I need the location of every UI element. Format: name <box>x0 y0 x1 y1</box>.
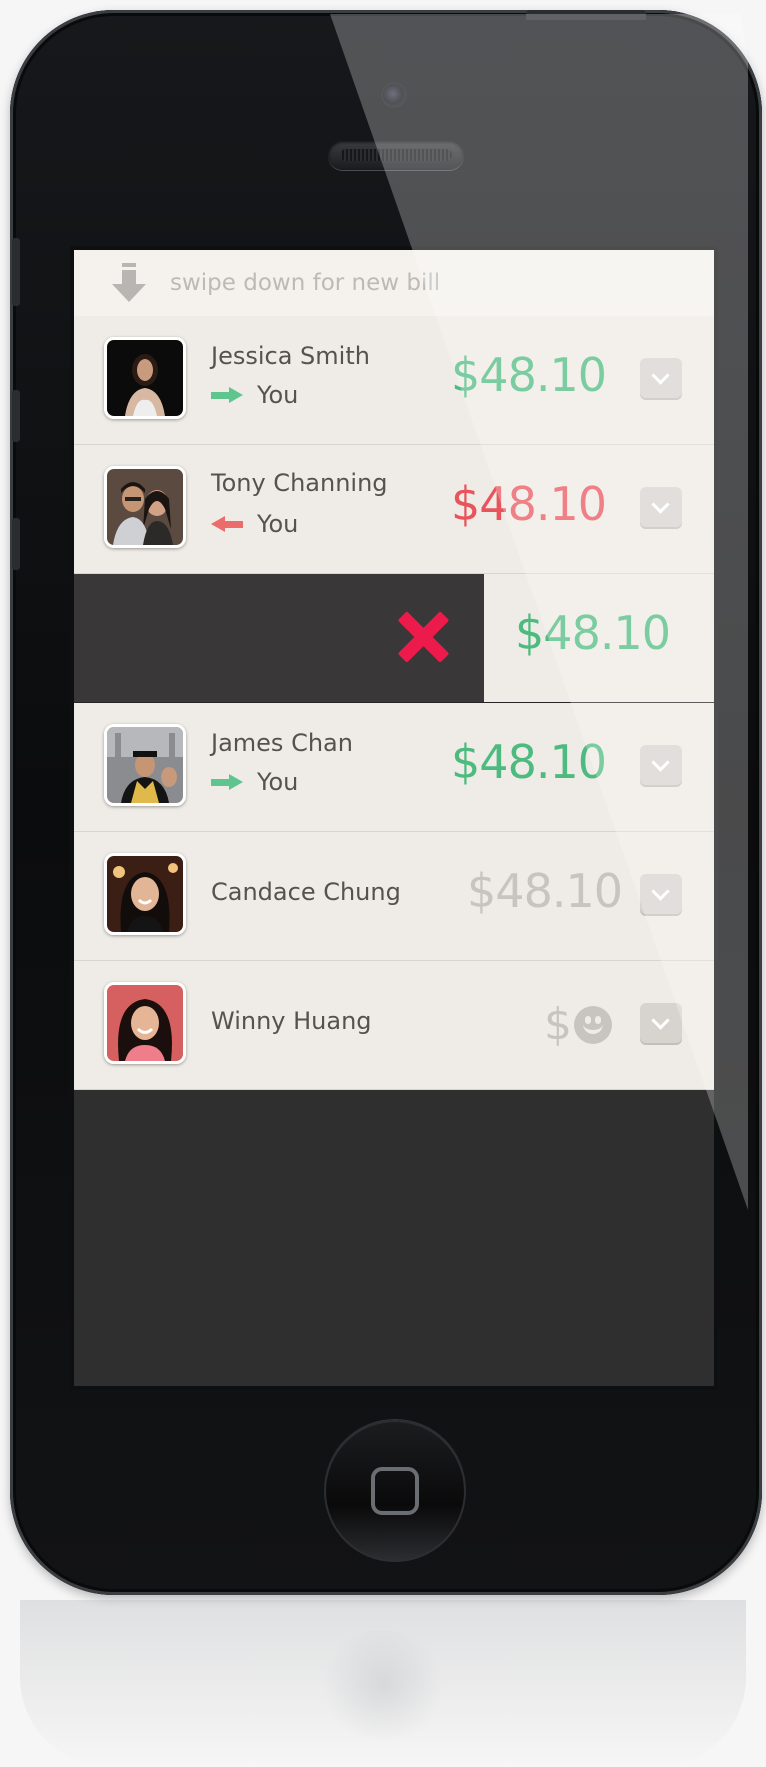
direction-label: You <box>257 768 299 796</box>
chevron-down-icon <box>651 882 670 901</box>
arrow-left-icon <box>211 516 243 532</box>
front-camera <box>383 84 405 106</box>
mute-switch <box>12 238 20 306</box>
volume-up-button <box>12 390 20 442</box>
contact-name: Candace Chung <box>211 878 401 906</box>
row-dropdown-button[interactable] <box>640 745 682 787</box>
delete-x-icon[interactable] <box>393 607 453 667</box>
phone-frame: swipe down for new bill Jessica Smith Yo… <box>10 10 762 1595</box>
app-screen: swipe down for new bill Jessica Smith Yo… <box>74 250 714 1386</box>
avatar <box>104 466 186 548</box>
row-dropdown-button[interactable] <box>640 1003 682 1045</box>
home-square-icon <box>371 1467 419 1515</box>
power-button <box>526 10 646 20</box>
bill-row[interactable]: James Chan You $48.10 <box>74 703 714 832</box>
bill-row[interactable]: Tony Channing You $48.10 <box>74 445 714 574</box>
avatar <box>104 337 186 419</box>
direction-indicator: You <box>211 509 298 539</box>
home-button-reflection <box>318 1630 448 1740</box>
amount: $48.10 <box>451 477 607 531</box>
currency-symbol: $ <box>544 999 572 1050</box>
smiley-icon <box>574 1006 612 1044</box>
contact-name: Jessica Smith <box>211 342 370 370</box>
bill-row[interactable]: Candace Chung $48.10 <box>74 832 714 961</box>
row-dropdown-button[interactable] <box>640 487 682 529</box>
direction-indicator: You <box>211 380 298 410</box>
avatar <box>104 724 186 806</box>
chevron-down-icon <box>651 1011 670 1030</box>
avatar <box>104 853 186 935</box>
arrow-right-icon <box>211 774 243 790</box>
avatar <box>104 982 186 1064</box>
bill-row[interactable]: Jessica Smith You $48.10 <box>74 316 714 445</box>
pull-to-add-header[interactable]: swipe down for new bill <box>74 250 714 317</box>
contact-name: Winny Huang <box>211 1007 372 1035</box>
bill-row[interactable]: Winny Huang $ <box>74 961 714 1090</box>
amount: $48.10 <box>515 606 671 660</box>
amount: $48.10 <box>467 864 623 918</box>
row-dropdown-button[interactable] <box>640 358 682 400</box>
direction-indicator: You <box>211 767 298 797</box>
pull-hint-text: swipe down for new bill <box>170 270 441 296</box>
arrow-right-icon <box>211 387 243 403</box>
settled-indicator: $ <box>544 1003 612 1047</box>
chevron-down-icon <box>651 366 670 385</box>
chevron-down-icon <box>651 753 670 772</box>
direction-label: You <box>257 381 299 409</box>
volume-down-button <box>12 518 20 570</box>
home-button[interactable] <box>324 1420 466 1562</box>
swiped-row-card[interactable]: $48.10 <box>484 574 714 702</box>
earpiece-speaker <box>328 140 464 170</box>
chevron-down-icon <box>651 495 670 514</box>
contact-name: James Chan <box>211 729 353 757</box>
contact-name: Tony Channing <box>211 469 388 497</box>
arrow-down-icon <box>112 263 146 303</box>
swiped-bill-row[interactable]: $48.10 <box>74 574 714 703</box>
row-dropdown-button[interactable] <box>640 874 682 916</box>
direction-label: You <box>257 510 299 538</box>
amount: $48.10 <box>451 735 607 789</box>
amount: $48.10 <box>451 348 607 402</box>
